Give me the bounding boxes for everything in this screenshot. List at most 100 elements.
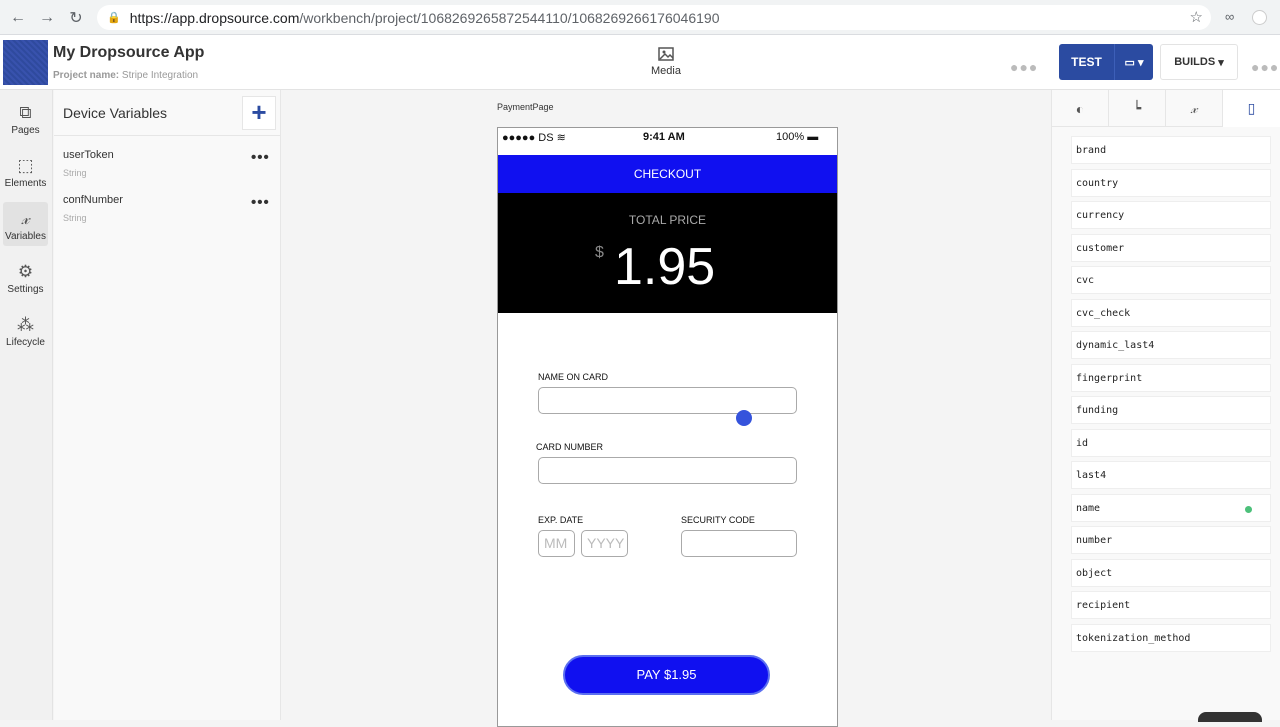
profile-avatar[interactable] [1252,10,1267,25]
variables-tab-icon[interactable]: 𝓍 [1166,90,1223,127]
variables-icon: 𝓍 [21,209,30,229]
security-code-label: SECURITY CODE [681,515,755,525]
bookmark-star-icon[interactable]: ☆ [1190,8,1203,26]
rail-pages-label: Pages [11,125,40,136]
lock-icon: 🔒 [107,12,121,24]
connection-handle[interactable] [736,410,752,426]
variable-type: String [63,168,87,178]
media-label: Media [651,65,681,77]
property-item[interactable]: cvc [1071,266,1271,294]
rail-elements-label: Elements [4,178,47,189]
properties-tabs: ◐ ┕ 𝓍 ▯ [1052,90,1280,127]
page-name: PaymentPage [497,102,554,112]
property-item[interactable]: customer [1071,233,1271,262]
property-item[interactable]: currency [1071,201,1271,229]
battery-label: 100% [776,131,805,143]
property-item[interactable]: tokenization_method [1071,623,1271,652]
rail-variables[interactable]: 𝓍 Variables [3,202,48,246]
phone-preview[interactable]: ●●●●● DS ≋ 9:41 AM 100% ▬ CHECKOUT TOTAL… [497,127,838,727]
project-name-value: Stripe Integration [121,70,199,81]
variable-menu-icon[interactable]: ••• [251,149,270,166]
exp-month-input[interactable]: MM [538,530,575,557]
property-item[interactable]: last4 [1071,461,1271,489]
toggle-switch[interactable] [1198,712,1262,722]
property-item[interactable]: brand [1071,136,1271,164]
property-item[interactable]: recipient [1071,591,1271,619]
hierarchy-tab-icon[interactable]: ┕ [1109,90,1166,127]
variables-panel-header: Device Variables + [54,90,281,136]
rail-lifecycle[interactable]: ⁂ Lifecycle [3,308,48,352]
variable-type: String [63,213,87,223]
name-on-card-label: NAME ON CARD [538,372,609,382]
exp-date-label: EXP. DATE [538,515,584,525]
pages-icon: ⧉ [19,103,32,122]
property-item[interactable]: id [1071,428,1271,457]
builds-label: BUILDS [1174,56,1216,68]
currency-symbol: $ [595,244,604,261]
pay-button[interactable]: PAY $1.95 [563,655,770,695]
app-logo[interactable] [3,40,48,85]
add-variable-button[interactable]: + [242,96,276,130]
rail-elements[interactable]: ⬚ Elements [3,149,48,193]
property-item[interactable]: cvc_check [1071,298,1271,327]
variable-menu-icon[interactable]: ••• [251,194,270,211]
rail-variables-label: Variables [5,231,46,242]
settings-icon: ⚙ [17,262,34,281]
app-header: My Dropsource App Project name: Stripe I… [0,35,1280,90]
reload-icon[interactable]: ↻ [62,4,90,32]
status-bar: ●●●●● DS ≋ 9:41 AM 100% ▬ [498,128,837,155]
more-options-icon[interactable]: ●●● [1010,59,1038,75]
rail-settings[interactable]: ⚙ Settings [3,255,48,299]
variable-item[interactable]: userToken String ••• [63,149,278,189]
wifi-icon: ≋ [556,132,566,144]
name-on-card-input[interactable] [538,387,797,414]
total-price-label: TOTAL PRICE [628,213,707,227]
card-number-label: CARD NUMBER [536,442,604,452]
battery-icon: ▬ [807,131,819,143]
price-amount: 1.95 [614,238,716,296]
variable-name: confNumber [63,194,123,206]
rail-settings-label: Settings [7,284,44,295]
properties-panel: ◐ ┕ 𝓍 ▯ brand country currency customer cvc c… [1051,90,1280,720]
property-item[interactable]: object [1071,558,1271,587]
variable-name: userToken [63,149,114,161]
style-tab-palette-icon[interactable]: ◐ [1052,90,1109,127]
browser-toolbar: ← → ↻ 🔒 https://app.dropsource.com/workb… [0,0,1280,35]
back-icon[interactable]: ← [4,4,32,32]
elements-icon: ⬚ [17,156,34,175]
design-canvas: PaymentPage ●●●●● DS ≋ 9:41 AM 100% ▬ CH… [282,90,1051,727]
address-bar[interactable]: 🔒 https://app.dropsource.com/workbench/p… [97,5,1211,30]
property-item[interactable]: fingerprint [1071,363,1271,392]
device-tab-icon[interactable]: ▯ [1223,90,1280,127]
variable-item[interactable]: confNumber String ••• [63,194,278,234]
test-button[interactable]: TEST ▭ ▾ [1059,44,1153,80]
overflow-menu-icon[interactable]: ●●● [1251,59,1279,75]
property-item[interactable]: number [1071,526,1271,554]
card-number-input[interactable] [538,457,797,484]
checkout-header[interactable]: CHECKOUT [498,155,837,193]
security-code-input[interactable] [681,530,797,557]
exp-year-input[interactable]: YYYY [581,530,628,557]
property-item[interactable]: name [1071,493,1271,522]
rail-lifecycle-label: Lifecycle [6,337,45,348]
price-box[interactable]: TOTAL PRICE $ 1.95 [498,193,837,313]
lifecycle-icon: ⁂ [17,315,34,334]
property-item[interactable]: funding [1071,396,1271,424]
carrier-signal: ●●●●● DS ≋ [502,131,566,144]
rail-pages[interactable]: ⧉ Pages [3,96,48,140]
carrier-label: ●●●●● DS [502,132,554,144]
status-time: 9:41 AM [643,131,685,143]
media-button[interactable]: Media [646,45,686,77]
left-rail: ⧉ Pages ⬚ Elements 𝓍 Variables ⚙ Setting… [0,90,53,720]
property-item[interactable]: dynamic_last4 [1071,331,1271,359]
test-label: TEST [1071,55,1102,69]
device-select-icon[interactable]: ▭ ▾ [1114,44,1153,80]
extension-icon[interactable]: ∞ [1225,9,1234,24]
app-title: My Dropsource App [53,44,205,61]
device-variables-panel: Device Variables + userToken String ••• … [54,90,281,720]
forward-icon[interactable]: → [33,4,61,32]
builds-button[interactable]: BUILDS ▾ [1160,44,1238,80]
url-host: https://app.dropsource.com [129,9,300,26]
project-name-label: Project name: [53,70,120,81]
property-item[interactable]: country [1071,168,1271,197]
